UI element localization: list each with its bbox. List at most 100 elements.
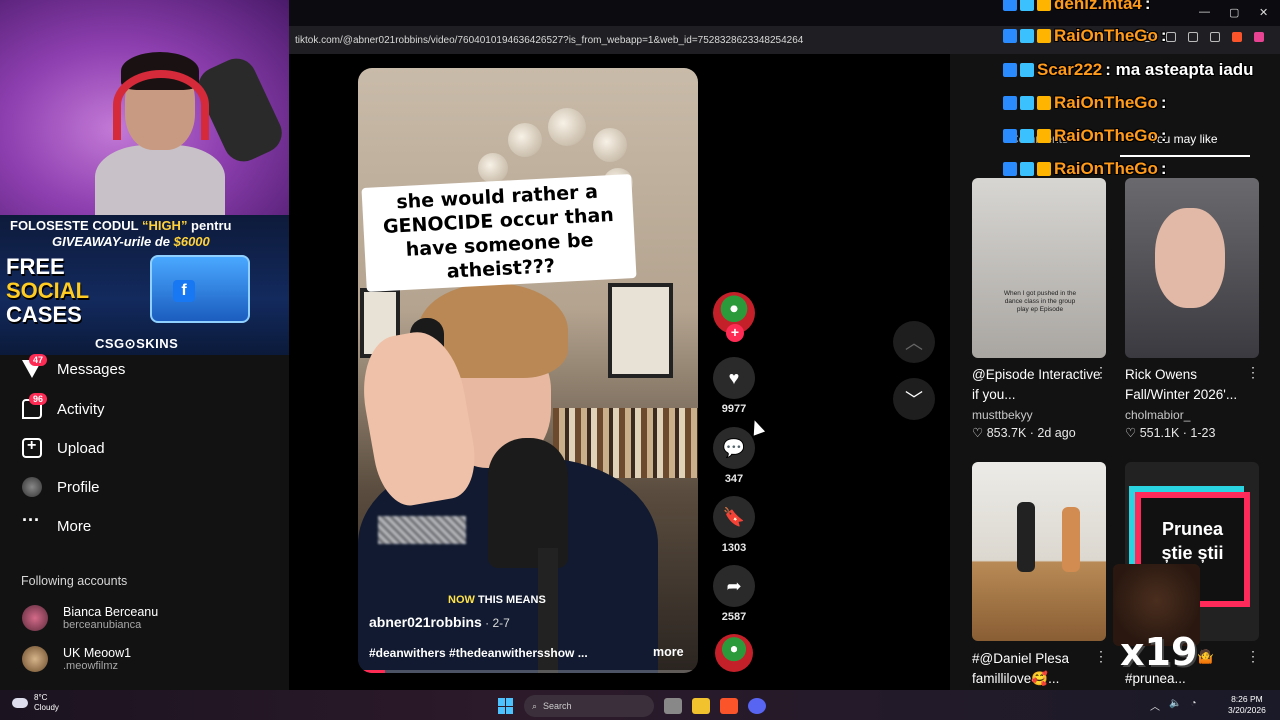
rewards-icon[interactable] xyxy=(1254,32,1264,42)
screen: — ▢ ✕ tiktok.com/@abner021robbins/video/… xyxy=(0,0,1280,720)
kebab-menu-icon[interactable]: ⋮ xyxy=(1094,364,1108,381)
person-face xyxy=(1155,208,1225,308)
following-account[interactable]: Bianca Berceanu berceanubianca xyxy=(22,605,158,631)
sidebar-item-label: Upload xyxy=(57,439,105,457)
headset-icon xyxy=(113,70,209,140)
lamp-bulb xyxy=(548,108,586,146)
save-button[interactable]: 🔖 1303 xyxy=(712,496,756,554)
lamp-bulb xyxy=(593,128,627,162)
video-thumbnail[interactable]: When I got pushed in the dance class in … xyxy=(972,178,1106,358)
thumbnail-text: When I got pushed in the dance class in … xyxy=(1003,290,1077,313)
video-progress-fill xyxy=(358,670,386,673)
video-thumbnail[interactable] xyxy=(972,462,1106,641)
gift-multiplier: x19 xyxy=(1120,630,1198,674)
avatar xyxy=(22,605,48,631)
notification-badge: 47 xyxy=(29,354,48,366)
streamer xyxy=(95,52,225,215)
thumbnail-text: Prunea știe știi xyxy=(1161,519,1224,563)
close-icon[interactable]: ✕ xyxy=(1259,6,1268,19)
brave-browser-icon[interactable] xyxy=(720,698,738,714)
weather-widget[interactable]: 8°C Cloudy xyxy=(12,693,59,713)
person-figure xyxy=(1017,502,1035,572)
minimize-icon[interactable]: — xyxy=(1199,6,1210,18)
video-progress-bar[interactable] xyxy=(358,670,698,673)
sidebar-item-activity[interactable]: Activity 96 xyxy=(22,393,105,419)
comment-count: 347 xyxy=(724,473,744,485)
discord-icon[interactable] xyxy=(748,698,766,714)
picture-in-picture-icon[interactable] xyxy=(1166,32,1176,42)
following-accounts-title: Following accounts xyxy=(21,574,128,588)
sidebar-item-label: Messages xyxy=(57,360,126,378)
kebab-menu-icon[interactable]: ⋮ xyxy=(1094,648,1108,665)
card-author[interactable]: cholmabior_ xyxy=(1125,408,1190,422)
more-icon xyxy=(22,510,42,536)
comment-button[interactable]: 💬 347 xyxy=(712,427,756,485)
sidebar-item-more[interactable]: More xyxy=(22,510,92,536)
system-tray: ︿ 🔈 ◔ xyxy=(1150,698,1197,713)
sidebar-item-profile[interactable]: Profile xyxy=(22,477,100,497)
task-view-icon[interactable] xyxy=(664,698,682,714)
share-count: 2587 xyxy=(721,611,747,623)
heart-icon: ♥ xyxy=(713,357,755,399)
taskbar-apps: ⌕ Search xyxy=(498,695,766,717)
share-icon[interactable] xyxy=(1210,32,1220,42)
kebab-menu-icon[interactable]: ⋮ xyxy=(1246,364,1260,381)
sidebar-item-upload[interactable]: Upload xyxy=(22,437,105,458)
card-stats: ♡ 853.7K · 2d ago xyxy=(972,426,1076,440)
following-account[interactable]: UK Meoow1 .meowfilmz xyxy=(22,646,131,672)
clock[interactable]: 8:26 PM 3/20/2026 xyxy=(1228,694,1266,716)
share-arrow-icon: ➦ xyxy=(713,565,755,607)
upload-icon xyxy=(22,437,42,458)
follow-plus-icon[interactable]: + xyxy=(726,324,744,342)
video-player[interactable]: she would rather a GENOCIDE occur than h… xyxy=(358,68,698,673)
url-text[interactable]: tiktok.com/@abner021robbins/video/760401… xyxy=(295,35,803,46)
video-author[interactable]: abner021robbins · 2-7 xyxy=(369,614,510,630)
video-hashtags[interactable]: #deanwithers #thedeanwithersshow ... xyxy=(369,646,609,660)
windows-start-icon[interactable] xyxy=(498,698,514,714)
sidebar-item-label: Activity xyxy=(57,400,105,418)
card-title[interactable]: #@Daniel Plesa famillilove🥰... xyxy=(972,649,1092,689)
profile-icon xyxy=(22,477,42,497)
active-tab-indicator xyxy=(1120,155,1250,157)
brave-shield-icon[interactable] xyxy=(1232,32,1242,42)
card-author[interactable]: musttbekyy xyxy=(972,408,1033,422)
video-date: · 2-7 xyxy=(481,616,510,630)
creator-avatar: + xyxy=(713,292,755,342)
chat-message: Scar222 : ma asteapta iadu xyxy=(1003,60,1254,80)
sidebar-item-label: More xyxy=(57,517,92,535)
card-title[interactable]: Rick Owens Fall/Winter 2026'... xyxy=(1125,365,1255,405)
network-icon[interactable]: ◔ xyxy=(1190,698,1196,713)
previous-video-button[interactable]: ︿ xyxy=(893,321,935,363)
bookmark-icon: 🔖 xyxy=(713,496,755,538)
lamp-bulb xyxy=(478,153,508,183)
person-figure xyxy=(1062,507,1080,572)
tray-chevron-icon[interactable]: ︿ xyxy=(1150,698,1160,713)
chat-message: RaiOnTheGo : xyxy=(1003,93,1167,113)
chat-message: deniz.mta4 : xyxy=(1003,0,1151,14)
share-button[interactable]: ➦ 2587 xyxy=(712,565,756,623)
volume-icon[interactable]: 🔈 xyxy=(1169,698,1181,713)
video-thumbnail[interactable] xyxy=(1125,178,1259,358)
next-video-button[interactable]: ﹀ xyxy=(893,378,935,420)
kebab-menu-icon[interactable]: ⋮ xyxy=(1246,648,1260,665)
card-title[interactable]: @Episode Interactive if you... xyxy=(972,365,1102,405)
comment-icon: 💬 xyxy=(713,427,755,469)
sidebar-item-messages[interactable]: Messages 47 xyxy=(22,354,126,378)
file-explorer-icon[interactable] xyxy=(692,698,710,714)
sound-disc-button[interactable] xyxy=(712,634,756,672)
search-icon: ⌕ xyxy=(532,700,538,711)
sponsor-ad: FOLOSESTE CODUL “HIGH” pentru GIVEAWAY-u… xyxy=(0,215,289,355)
facebook-icon: f xyxy=(173,280,195,302)
account-name: UK Meoow1 xyxy=(63,646,132,660)
sidebar: Messages 47 Activity 96 Upload Profile M… xyxy=(0,354,289,690)
like-button[interactable]: ♥ 9977 xyxy=(712,357,756,415)
more-button[interactable]: more xyxy=(653,645,684,659)
cloud-icon xyxy=(12,698,28,708)
ad-headline: FREE SOCIAL CASES xyxy=(6,254,90,327)
taskbar-search[interactable]: ⌕ Search xyxy=(524,695,654,717)
like-count: 9977 xyxy=(721,403,747,415)
zoom-icon[interactable] xyxy=(1188,32,1198,42)
creator-avatar-button[interactable]: + xyxy=(712,292,756,342)
maximize-icon[interactable]: ▢ xyxy=(1229,6,1239,19)
avatar xyxy=(22,646,48,672)
